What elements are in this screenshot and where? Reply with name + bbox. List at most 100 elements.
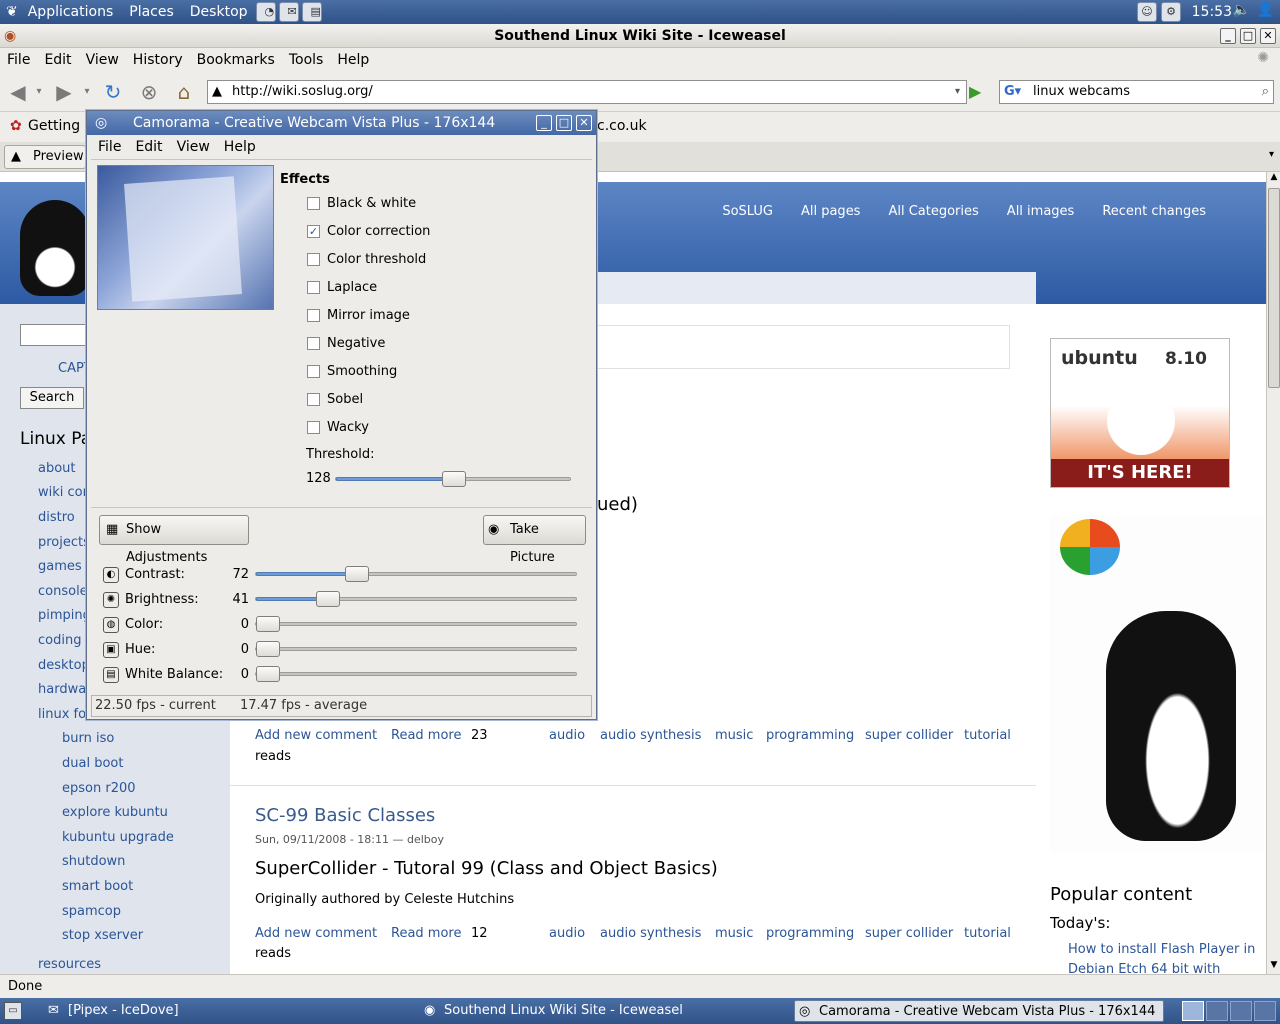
url-input[interactable]: ▲ http://wiki.soslug.org/ ▾ [207, 80, 967, 104]
camorama-menu-file[interactable]: File [91, 139, 128, 155]
camorama-close-button[interactable]: ✕ [576, 115, 592, 131]
stop-icon[interactable]: ⊗ [137, 81, 161, 103]
clock[interactable]: 15:53 [1192, 0, 1232, 24]
subnav-shutdown[interactable]: shutdown [62, 854, 125, 869]
adjust-slider[interactable] [255, 641, 577, 657]
topnav-all-categories[interactable]: All Categories [874, 204, 992, 219]
effect-black-white[interactable]: Black & white [307, 196, 416, 211]
post1-add-comment-link[interactable]: Add new comment [255, 728, 377, 743]
close-button[interactable]: ✕ [1260, 28, 1276, 44]
adjust-slider[interactable] [255, 616, 577, 632]
effect-laplace[interactable]: Laplace [307, 280, 377, 295]
workspace-1[interactable] [1182, 1001, 1204, 1021]
nav-pimping[interactable]: pimping [38, 608, 91, 623]
topnav-all-pages[interactable]: All pages [787, 204, 875, 219]
post2-tag-super-collider[interactable]: super collider [865, 926, 953, 941]
applet-icon[interactable]: ☺ [1137, 2, 1157, 22]
workspace-2[interactable] [1206, 1001, 1228, 1021]
effect-checkbox[interactable]: ✓ [307, 225, 320, 238]
camorama-menu-view[interactable]: View [170, 139, 217, 155]
post1-read-more-link[interactable]: Read more [391, 728, 461, 743]
camorama-menu-edit[interactable]: Edit [128, 139, 169, 155]
nav-projects[interactable]: projects [38, 535, 90, 550]
post2-add-comment-link[interactable]: Add new comment [255, 926, 377, 941]
post2-tag-tutorial[interactable]: tutorial [964, 926, 1011, 941]
nav-console[interactable]: console [38, 584, 88, 599]
bookmark-partial[interactable]: c.co.uk [597, 118, 647, 134]
topnav-soslug[interactable]: SoSLUG [708, 204, 787, 219]
effect-checkbox[interactable] [307, 365, 320, 378]
forward-dropdown-icon[interactable]: ▾ [80, 81, 94, 103]
show-adjustments-button[interactable]: ▦ Show Adjustments [99, 515, 249, 565]
nav-resources[interactable]: resources [38, 957, 101, 972]
post2-tag-programming[interactable]: programming [766, 926, 854, 941]
reload-icon[interactable]: ↻ [101, 81, 125, 103]
effect-checkbox[interactable] [307, 393, 320, 406]
task-icedove[interactable]: ✉ [Pipex - IceDove] [44, 1000, 416, 1022]
take-picture-button[interactable]: ◉ Take Picture [483, 515, 586, 565]
popular-item-1[interactable]: How to install Flash Player in Debian Et… [1068, 940, 1258, 974]
page-scrollbar[interactable]: ▲ ▼ [1266, 172, 1280, 974]
go-icon[interactable]: ▶ [969, 82, 981, 101]
nav-desktop[interactable]: desktop [38, 658, 90, 673]
volume-icon[interactable]: 🔈 [1233, 2, 1250, 18]
workspace-3[interactable] [1230, 1001, 1252, 1021]
threshold-slider-thumb[interactable] [442, 471, 466, 487]
google-engine-icon[interactable]: G▾ [1004, 81, 1021, 103]
effect-smoothing[interactable]: Smoothing [307, 364, 397, 379]
post1-tag-audio-synthesis[interactable]: audio synthesis [600, 728, 701, 743]
subnav-smart-boot[interactable]: smart boot [62, 879, 133, 894]
effect-color-threshold[interactable]: Color threshold [307, 252, 426, 267]
maximize-button[interactable]: □ [1240, 28, 1256, 44]
scroll-down-icon[interactable]: ▼ [1268, 960, 1280, 974]
adjust-slider[interactable] [255, 566, 577, 582]
forward-icon[interactable]: ▶ [52, 81, 76, 103]
nav-about[interactable]: about [38, 461, 76, 476]
post2-tag-audio[interactable]: audio [549, 926, 585, 941]
nav-hardware[interactable]: hardwa [38, 682, 86, 697]
show-desktop-icon[interactable]: ▭ [4, 1002, 22, 1020]
nav-linux-for[interactable]: linux fo [38, 707, 86, 722]
tab-preview[interactable]: ▲ Preview [4, 145, 86, 169]
menu-bookmarks[interactable]: Bookmarks [190, 52, 282, 68]
effect-sobel[interactable]: Sobel [307, 392, 363, 407]
post2-tag-music[interactable]: music [715, 926, 753, 941]
nav-games[interactable]: games [38, 559, 82, 574]
topnav-all-images[interactable]: All images [993, 204, 1089, 219]
desktop-menu[interactable]: Desktop [182, 4, 256, 20]
nav-coding[interactable]: coding [38, 633, 81, 648]
subnav-spamcop[interactable]: spamcop [62, 904, 121, 919]
menu-view[interactable]: View [79, 52, 126, 68]
post1-tag-programming[interactable]: programming [766, 728, 854, 743]
camorama-maximize-button[interactable]: □ [556, 115, 572, 131]
post1-tag-audio[interactable]: audio [549, 728, 585, 743]
post1-tag-tutorial[interactable]: tutorial [964, 728, 1011, 743]
menu-edit[interactable]: Edit [37, 52, 78, 68]
effect-checkbox[interactable] [307, 197, 320, 210]
effect-checkbox[interactable] [307, 253, 320, 266]
subnav-kubuntu-upgrade[interactable]: kubuntu upgrade [62, 830, 174, 845]
user-icon[interactable]: 👤 [1257, 2, 1274, 18]
post1-tag-super-collider[interactable]: super collider [865, 728, 953, 743]
subnav-burn-iso[interactable]: burn iso [62, 731, 114, 746]
effect-checkbox[interactable] [307, 421, 320, 434]
adjust-slider-thumb[interactable] [256, 616, 280, 632]
effect-checkbox[interactable] [307, 337, 320, 350]
effect-color-correction[interactable]: ✓ Color correction [307, 224, 430, 239]
ubuntu-ad[interactable]: ubuntu 8.10 IT'S HERE! [1050, 338, 1230, 488]
back-icon[interactable]: ◀ [6, 81, 30, 103]
camorama-titlebar[interactable]: ◎ Camorama - Creative Webcam Vista Plus … [87, 111, 596, 135]
scroll-up-icon[interactable]: ▲ [1268, 172, 1280, 186]
effect-checkbox[interactable] [307, 309, 320, 322]
site-search-button[interactable]: Search [20, 387, 84, 409]
places-menu[interactable]: Places [121, 4, 182, 20]
adjust-slider-thumb[interactable] [256, 641, 280, 657]
task-iceweasel[interactable]: ◉ Southend Linux Wiki Site - Iceweasel [420, 1000, 792, 1022]
camorama-menu-help[interactable]: Help [217, 139, 263, 155]
tab-list-icon[interactable]: ▾ [1269, 149, 1274, 160]
post2-read-more-link[interactable]: Read more [391, 926, 461, 941]
scroll-thumb[interactable] [1268, 188, 1280, 388]
minimize-button[interactable]: _ [1220, 28, 1236, 44]
adjust-slider-thumb[interactable] [345, 566, 369, 582]
mail-launcher-icon[interactable]: ✉ [278, 2, 299, 22]
